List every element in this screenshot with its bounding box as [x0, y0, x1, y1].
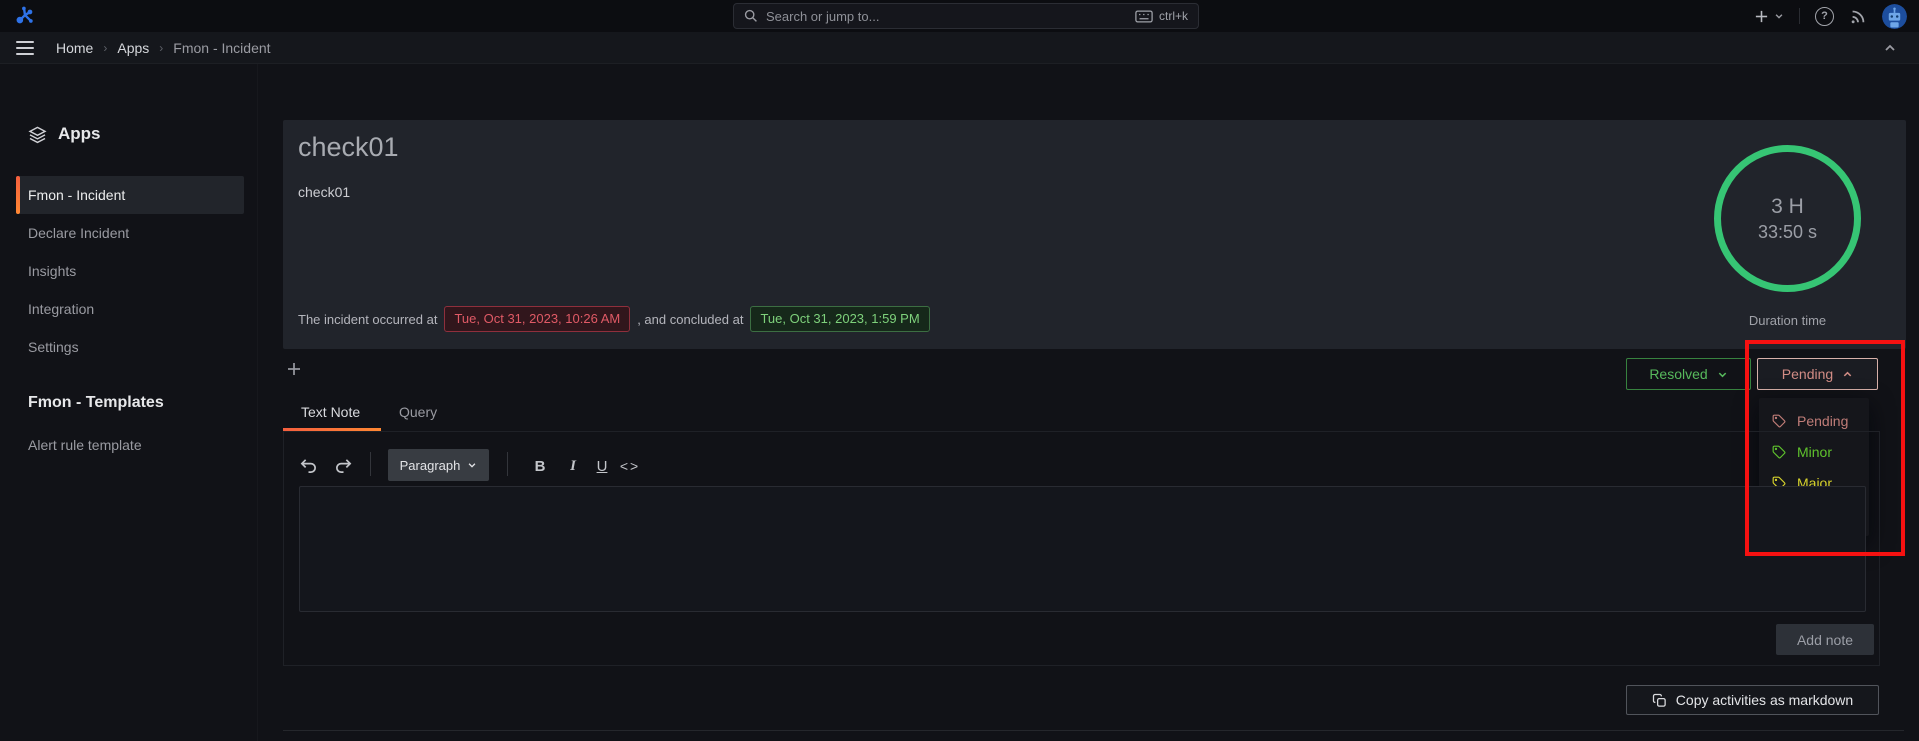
incident-dates-line: The incident occurred at Tue, Oct 31, 20…	[298, 306, 930, 332]
breadcrumb-separator-icon: ›	[159, 41, 163, 55]
sidebar-section-templates[interactable]: Fmon - Templates	[28, 394, 164, 412]
redo-button[interactable]	[334, 456, 353, 475]
sidebar-item-label: Integration	[28, 301, 94, 317]
rss-icon	[1849, 7, 1867, 25]
sidebar-section-title: Apps	[58, 124, 101, 144]
bold-button[interactable]: B	[529, 455, 551, 477]
help-icon: ?	[1815, 7, 1834, 26]
duration-gauge: 3 H 33:50 s	[1714, 145, 1861, 292]
app-window: ctrl+k ?	[0, 0, 1919, 741]
toolbar-divider	[370, 452, 371, 476]
sidebar-section-apps[interactable]: Apps	[28, 124, 101, 144]
plus-icon	[1754, 9, 1769, 24]
sidebar-item-settings[interactable]: Settings	[16, 328, 244, 366]
breadcrumb-home[interactable]: Home	[56, 40, 93, 56]
collapse-chevron-up-icon[interactable]	[1883, 41, 1897, 55]
severity-dropdown-button[interactable]: Pending	[1757, 358, 1878, 390]
add-activity-button[interactable]	[286, 361, 302, 377]
undo-button[interactable]	[299, 456, 318, 475]
incident-description: check01	[298, 184, 350, 200]
sidebar-item-fmon-incident[interactable]: Fmon - Incident	[16, 176, 244, 214]
sidebar-item-integration[interactable]: Integration	[16, 290, 244, 328]
sidebar-item-alert-rule-template[interactable]: Alert rule template	[16, 426, 244, 464]
sidebar-section-title: Fmon - Templates	[28, 394, 164, 411]
chevron-up-icon	[1842, 369, 1853, 380]
severity-selected-label: Pending	[1782, 366, 1833, 382]
breadcrumb-current: Fmon - Incident	[173, 40, 270, 56]
duration-hours: 3 H	[1771, 195, 1804, 219]
duration-minsec: 33:50 s	[1758, 222, 1817, 243]
add-note-button[interactable]: Add note	[1776, 624, 1874, 655]
help-button[interactable]: ?	[1815, 7, 1834, 26]
incident-title: check01	[298, 132, 399, 163]
chevron-down-icon	[467, 460, 477, 470]
breadcrumb-apps[interactable]: Apps	[117, 40, 149, 56]
plus-icon	[286, 361, 302, 377]
copy-activities-label: Copy activities as markdown	[1676, 692, 1853, 708]
user-avatar[interactable]	[1882, 4, 1907, 29]
concluded-infix: , and concluded at	[637, 312, 743, 327]
code-button[interactable]: <>	[616, 455, 644, 477]
breadcrumb-separator-icon: ›	[103, 41, 107, 55]
italic-button[interactable]: I	[562, 455, 584, 477]
tab-query[interactable]: Query	[399, 404, 437, 420]
resolved-status-button[interactable]: Resolved	[1626, 358, 1751, 390]
occurred-prefix: The incident occurred at	[298, 312, 437, 327]
news-rss-button[interactable]	[1849, 7, 1867, 25]
topnav-actions: ?	[1754, 0, 1907, 32]
sidebar-item-declare-incident[interactable]: Declare Incident	[16, 214, 244, 252]
search-shortcut-badge: ctrl+k	[1135, 9, 1188, 23]
breadcrumb: Home › Apps › Fmon - Incident	[56, 40, 271, 56]
sidebar-item-label: Declare Incident	[28, 225, 129, 241]
shortcut-label: ctrl+k	[1159, 9, 1188, 23]
hamburger-menu-icon[interactable]	[16, 41, 34, 55]
copy-activities-button[interactable]: Copy activities as markdown	[1626, 685, 1879, 715]
paragraph-style-dropdown[interactable]: Paragraph	[388, 449, 489, 481]
layers-icon	[28, 125, 47, 144]
sidebar-item-label: Insights	[28, 263, 76, 279]
incident-overview-card: check01 check01 The incident occurred at…	[283, 120, 1906, 349]
top-navbar: ctrl+k ?	[0, 0, 1919, 32]
sidebar-item-label: Alert rule template	[28, 437, 142, 453]
grafana-logo-icon[interactable]	[14, 5, 36, 27]
occurred-time-badge: Tue, Oct 31, 2023, 10:26 AM	[444, 306, 630, 332]
tag-icon	[1772, 414, 1786, 428]
chevron-down-icon	[1717, 369, 1728, 380]
note-text-input[interactable]	[299, 486, 1866, 612]
breadcrumb-bar: Home › Apps › Fmon - Incident	[0, 32, 1919, 64]
resolved-label: Resolved	[1649, 366, 1707, 382]
severity-option-label: Pending	[1797, 413, 1848, 429]
global-search[interactable]: ctrl+k	[733, 3, 1199, 29]
copy-icon	[1652, 693, 1667, 708]
topnav-divider	[1799, 8, 1800, 24]
concluded-time-badge: Tue, Oct 31, 2023, 1:59 PM	[750, 306, 929, 332]
search-input[interactable]	[766, 9, 1127, 24]
sidebar: Apps Fmon - Incident Declare Incident In…	[0, 64, 258, 741]
paragraph-label: Paragraph	[400, 458, 461, 473]
section-divider	[283, 730, 1904, 731]
keyboard-icon	[1135, 10, 1153, 23]
duration-label: Duration time	[1714, 313, 1861, 328]
search-icon	[744, 9, 758, 23]
sidebar-item-label: Fmon - Incident	[28, 187, 125, 203]
underline-button[interactable]: U	[591, 455, 613, 477]
tab-text-note[interactable]: Text Note	[301, 404, 360, 420]
sidebar-item-label: Settings	[28, 339, 79, 355]
toolbar-divider	[507, 452, 508, 476]
sidebar-item-insights[interactable]: Insights	[16, 252, 244, 290]
main-content: check01 check01 The incident occurred at…	[258, 64, 1919, 741]
chevron-down-icon	[1774, 11, 1784, 21]
add-menu-button[interactable]	[1754, 9, 1784, 24]
